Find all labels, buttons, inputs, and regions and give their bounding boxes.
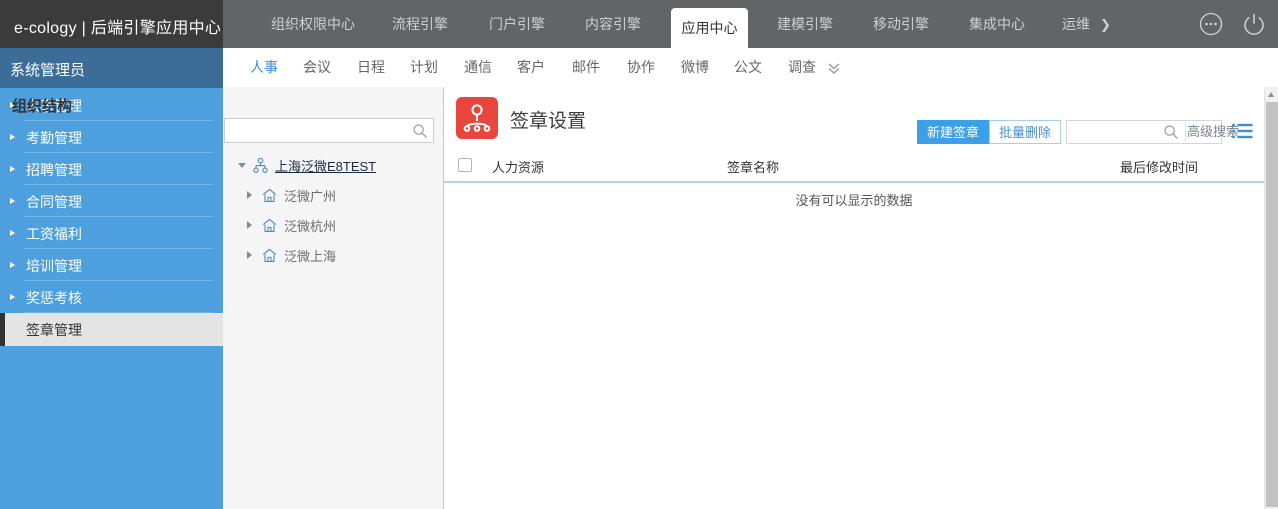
vertical-scrollbar[interactable] bbox=[1264, 87, 1278, 509]
search-group: 高级搜索 bbox=[1066, 120, 1239, 144]
topnav-item-ops[interactable]: 运维 bbox=[1062, 0, 1104, 48]
tab-renshi[interactable]: 人事 bbox=[244, 48, 284, 87]
new-seal-button[interactable]: 新建签章 bbox=[917, 120, 989, 144]
org-structure-title: 组织结构 bbox=[12, 98, 73, 115]
topnav-item-mobile-engine[interactable]: 移动引擎 bbox=[873, 0, 929, 48]
secondary-nav-bar: 人事 会议 日程 计划 通信 客户 邮件 协作 微博 公文 调查 bbox=[223, 48, 1278, 88]
chevron-double-down-icon[interactable] bbox=[825, 59, 843, 77]
triangle-right-icon bbox=[10, 262, 15, 268]
tree-node-label: 泛微上海 bbox=[284, 249, 337, 264]
sidebar-header: 系统管理员 bbox=[0, 48, 223, 88]
column-header-seal-name[interactable]: 签章名称 bbox=[727, 157, 779, 176]
sidebar-item-reward-penalty[interactable]: 奖惩考核 bbox=[0, 281, 223, 313]
page-title: 签章设置 bbox=[510, 111, 587, 132]
org-search-input[interactable] bbox=[230, 122, 409, 142]
tab-diaocha[interactable]: 调查 bbox=[782, 48, 822, 87]
triangle-right-icon[interactable] bbox=[247, 221, 252, 229]
triangle-right-icon[interactable] bbox=[247, 251, 252, 259]
top-header-bar: e-cology | 后端引擎应用中心 组织权限中心 流程引擎 门户引擎 内容引… bbox=[0, 0, 1278, 48]
triangle-right-icon bbox=[10, 166, 15, 172]
column-header-hr[interactable]: 人力资源 bbox=[492, 157, 544, 176]
tab-tongxin[interactable]: 通信 bbox=[458, 48, 498, 87]
more-circle-icon[interactable] bbox=[1199, 12, 1223, 36]
topnav-item-org-permission[interactable]: 组织权限中心 bbox=[271, 0, 355, 48]
column-header-last-modified[interactable]: 最后修改时间 bbox=[1120, 157, 1198, 176]
sidebar-item-label: 签章管理 bbox=[26, 322, 82, 338]
tab-jihua[interactable]: 计划 bbox=[404, 48, 444, 87]
org-chart-icon bbox=[252, 157, 269, 174]
home-icon bbox=[261, 187, 278, 204]
left-sidebar: 系统管理员 人事管理 考勤管理 招聘管理 合同管理 工资福利 培训管理 奖惩考核… bbox=[0, 48, 223, 509]
tab-xiezuo[interactable]: 协作 bbox=[621, 48, 661, 87]
chevron-right-icon[interactable]: ❯ bbox=[1100, 17, 1111, 33]
sidebar-item-seal-management[interactable]: 签章管理 bbox=[0, 313, 223, 346]
topnav-item-content-engine[interactable]: 内容引擎 bbox=[585, 0, 641, 48]
search-icon[interactable] bbox=[412, 123, 428, 139]
topnav-item-app-center[interactable]: 应用中心 bbox=[671, 8, 748, 48]
sidebar-item-training[interactable]: 培训管理 bbox=[0, 249, 223, 281]
home-icon bbox=[261, 247, 278, 264]
sidebar-item-attendance[interactable]: 考勤管理 bbox=[0, 121, 223, 153]
brand-title: e-cology | 后端引擎应用中心 bbox=[14, 20, 222, 37]
triangle-right-icon bbox=[10, 134, 15, 140]
tab-weibo[interactable]: 微博 bbox=[675, 48, 715, 87]
batch-delete-button[interactable]: 批量删除 bbox=[989, 120, 1061, 144]
table-header-row: 人力资源 签章名称 最后修改时间 bbox=[444, 150, 1264, 183]
sidebar-item-label: 合同管理 bbox=[26, 194, 82, 210]
triangle-right-icon bbox=[10, 230, 15, 236]
main-content: 签章设置 新建签章 批量删除 高级搜索 人力资源 签章名称 最后修改时间 没有可… bbox=[444, 87, 1264, 509]
tab-huiyi[interactable]: 会议 bbox=[297, 48, 337, 87]
search-input[interactable] bbox=[1073, 123, 1147, 143]
triangle-right-icon[interactable] bbox=[247, 191, 252, 199]
power-icon[interactable] bbox=[1242, 12, 1266, 36]
topnav-item-portal-engine[interactable]: 门户引擎 bbox=[489, 0, 545, 48]
advanced-search-button[interactable]: 高级搜索 bbox=[1187, 121, 1239, 143]
divider bbox=[1185, 122, 1186, 142]
home-icon bbox=[261, 217, 278, 234]
sidebar-item-label: 培训管理 bbox=[26, 258, 82, 274]
sidebar-item-recruitment[interactable]: 招聘管理 bbox=[0, 153, 223, 185]
tree-node-label: 泛微杭州 bbox=[284, 219, 337, 234]
sidebar-item-label: 奖惩考核 bbox=[26, 290, 82, 306]
tree-node-shanghai[interactable]: 泛微上海 bbox=[224, 242, 443, 270]
empty-state-text: 没有可以显示的数据 bbox=[795, 193, 913, 208]
list-view-icon[interactable] bbox=[1231, 120, 1255, 142]
org-structure-panel bbox=[223, 87, 444, 509]
tab-richeng[interactable]: 日程 bbox=[351, 48, 391, 87]
tree-node-hangzhou[interactable]: 泛微杭州 bbox=[224, 212, 443, 240]
scroll-up-button[interactable] bbox=[1265, 87, 1278, 101]
tree-node-guangzhou[interactable]: 泛微广州 bbox=[224, 182, 443, 210]
sidebar-header-label: 系统管理员 bbox=[10, 62, 86, 79]
triangle-up-icon bbox=[1268, 92, 1274, 97]
triangle-right-icon bbox=[10, 198, 15, 204]
org-search-box[interactable] bbox=[224, 118, 434, 143]
select-all-checkbox[interactable] bbox=[458, 158, 472, 172]
seal-hierarchy-icon bbox=[456, 97, 498, 139]
scrollbar-thumb[interactable] bbox=[1266, 102, 1278, 507]
tab-youjian[interactable]: 邮件 bbox=[566, 48, 606, 87]
sidebar-item-salary-benefit[interactable]: 工资福利 bbox=[0, 217, 223, 249]
topnav-item-integration-center[interactable]: 集成中心 bbox=[969, 0, 1025, 48]
brand-block: e-cology | 后端引擎应用中心 bbox=[0, 0, 223, 48]
sidebar-item-label: 招聘管理 bbox=[26, 162, 82, 178]
active-indicator bbox=[0, 313, 5, 346]
tree-node-label: 上海泛微E8TEST bbox=[275, 159, 377, 174]
search-icon[interactable] bbox=[1163, 124, 1179, 140]
triangle-right-icon bbox=[10, 294, 15, 300]
sidebar-item-label: 工资福利 bbox=[26, 226, 82, 242]
tree-node-label: 泛微广州 bbox=[284, 189, 337, 204]
tab-kehu[interactable]: 客户 bbox=[511, 48, 551, 87]
topnav-item-modeling-engine[interactable]: 建模引擎 bbox=[777, 0, 833, 48]
tab-gongwen[interactable]: 公文 bbox=[728, 48, 768, 87]
triangle-down-icon[interactable] bbox=[238, 163, 246, 168]
sidebar-item-label: 考勤管理 bbox=[26, 130, 82, 146]
topnav-item-process-engine[interactable]: 流程引擎 bbox=[392, 0, 448, 48]
tree-node-root[interactable]: 上海泛微E8TEST bbox=[224, 152, 443, 180]
sidebar-item-contract[interactable]: 合同管理 bbox=[0, 185, 223, 217]
